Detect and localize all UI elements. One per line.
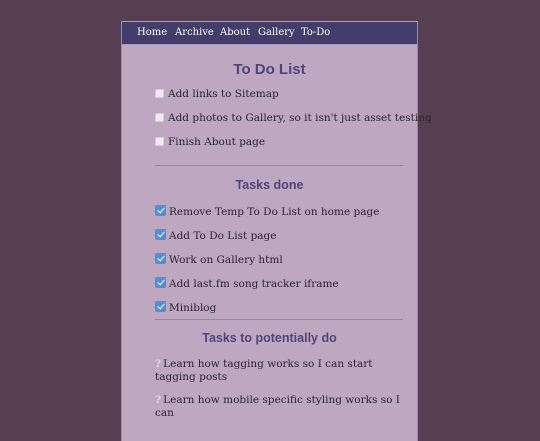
todo-item: Add links to Sitemap bbox=[155, 88, 279, 100]
todo-item-label: Add photos to Gallery, so it isn't just … bbox=[168, 112, 432, 124]
page-title: To Do List bbox=[233, 61, 306, 78]
section-divider bbox=[155, 319, 403, 320]
potential-item: ? Learn how tagging works so I can start … bbox=[155, 358, 405, 383]
done-item-label: Miniblog bbox=[169, 302, 217, 314]
nav-link-about[interactable]: About bbox=[220, 27, 250, 38]
nav-link-gallery[interactable]: Gallery bbox=[258, 27, 295, 38]
done-item-label: Add last.fm song tracker iframe bbox=[169, 278, 339, 290]
done-item-label: Remove Temp To Do List on home page bbox=[169, 206, 380, 218]
potential-item-label: Learn how tagging works so I can start t… bbox=[155, 358, 373, 383]
empty-checkbox-icon bbox=[155, 137, 164, 146]
check-mark-button-icon bbox=[155, 205, 166, 216]
check-mark-button-icon bbox=[155, 277, 166, 288]
nav-link-home[interactable]: Home bbox=[137, 27, 167, 38]
check-mark-button-icon bbox=[155, 253, 166, 264]
done-item: Add last.fm song tracker iframe bbox=[155, 277, 339, 290]
empty-checkbox-icon bbox=[155, 113, 164, 122]
todo-item: Add photos to Gallery, so it isn't just … bbox=[155, 112, 432, 124]
todo-item-label: Finish About page bbox=[168, 136, 266, 148]
top-nav: Home Archive About Gallery To-Do bbox=[122, 21, 417, 45]
todo-item: Finish About page bbox=[155, 136, 265, 148]
potential-item-label: Learn how mobile specific styling works … bbox=[155, 394, 400, 419]
done-item: Remove Temp To Do List on home page bbox=[155, 205, 379, 218]
potential-tasks-heading: Tasks to potentially do bbox=[202, 331, 337, 345]
done-item: Add To Do List page bbox=[155, 229, 276, 242]
done-item-label: Add To Do List page bbox=[169, 230, 277, 242]
nav-link-archive[interactable]: Archive bbox=[175, 27, 214, 38]
tasks-done-heading: Tasks done bbox=[235, 178, 304, 192]
done-item: Miniblog bbox=[155, 301, 216, 314]
done-item: Work on Gallery html bbox=[155, 253, 283, 266]
section-divider bbox=[155, 165, 403, 166]
nav-link-todo[interactable]: To-Do bbox=[301, 27, 330, 38]
potential-item: ? Learn how mobile specific styling works… bbox=[155, 394, 405, 419]
page-container: Home Archive About Gallery To-Do To Do L… bbox=[121, 21, 432, 441]
check-mark-button-icon bbox=[155, 301, 166, 312]
done-item-label: Work on Gallery html bbox=[169, 254, 283, 266]
todo-item-label: Add links to Sitemap bbox=[168, 88, 279, 100]
check-mark-button-icon bbox=[155, 229, 166, 240]
question-mark-icon: ? bbox=[155, 358, 162, 370]
empty-checkbox-icon bbox=[155, 89, 164, 98]
